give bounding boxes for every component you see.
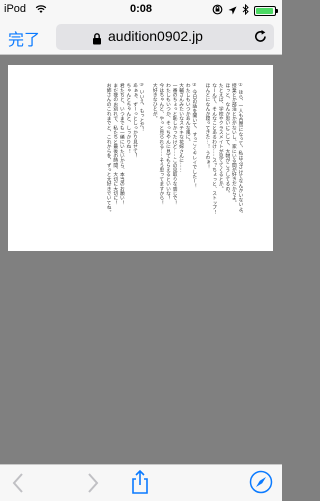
location-arrow-icon	[228, 5, 237, 18]
document-page: ① ほら、一人も自然になって、私はふざけてなんかいないよ。 授業とか部活とかがな…	[8, 65, 273, 251]
lock-icon	[92, 30, 102, 49]
address-bar[interactable]: audition0902.jp	[56, 24, 274, 50]
reload-icon[interactable]	[253, 29, 268, 48]
status-bar: iPod 0:08	[0, 0, 282, 20]
forward-icon[interactable]	[86, 472, 100, 498]
back-icon[interactable]	[11, 472, 25, 498]
document-text: ① ほら、一人も自然になって、私はふざけてなんかいないよ。 授業とか部活とかがな…	[106, 83, 243, 217]
compass-icon[interactable]	[249, 470, 273, 498]
battery-level	[256, 8, 274, 14]
document-viewer[interactable]: ① ほら、一人も自然になって、私はふざけてなんかいないよ。 授業とか部活とかがな…	[0, 55, 282, 464]
bluetooth-icon	[242, 3, 249, 18]
battery-icon	[254, 6, 278, 16]
url-text: audition0902.jp	[108, 28, 203, 44]
done-button[interactable]: 完了	[8, 26, 40, 50]
safari-toolbar	[0, 464, 282, 501]
share-icon[interactable]	[130, 469, 150, 499]
orientation-lock-icon	[212, 4, 223, 18]
safari-nav-bar: 完了 audition0902.jp	[0, 20, 282, 55]
